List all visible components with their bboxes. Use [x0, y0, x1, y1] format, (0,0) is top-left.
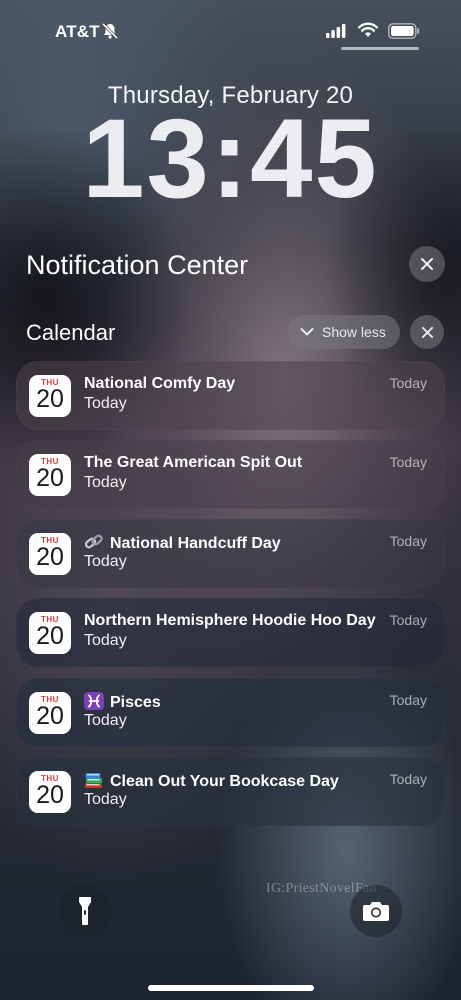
notification-title: Northern Hemisphere Hoodie Hoo Day [84, 612, 379, 630]
notification-title: National Comfy Day [84, 375, 379, 393]
show-less-button[interactable]: Show less [288, 315, 400, 349]
notification-title-text: Clean Out Your Bookcase Day [110, 773, 339, 790]
pisces-icon [84, 692, 104, 710]
wifi-icon [358, 22, 378, 37]
calendar-app-icon: THU 20 [29, 771, 71, 813]
calendar-icon-date: 20 [36, 385, 64, 413]
calendar-app-icon: THU 20 [29, 533, 71, 575]
chevron-down-icon [300, 328, 314, 336]
battery-icon [388, 23, 420, 39]
notification-title-text: Pisces [110, 694, 161, 711]
flashlight-button[interactable] [59, 885, 111, 937]
notification-card[interactable]: THU 20 National Comfy Day Today Today [16, 361, 445, 430]
notification-body: Today [84, 553, 127, 570]
notification-body: Today [84, 395, 127, 412]
clear-group-button[interactable] [410, 315, 444, 349]
notification-card[interactable]: THU 20 National Handcuff Day Today Today [16, 519, 445, 588]
calendar-app-icon: THU 20 [29, 612, 71, 654]
carrier-label: AT&T [55, 22, 100, 41]
calendar-icon-date: 20 [36, 622, 64, 650]
notification-body: Today [84, 791, 127, 808]
notification-card[interactable]: THU 20 Pisces Today Today [16, 678, 445, 747]
close-icon [421, 326, 433, 338]
camera-button[interactable] [350, 885, 402, 937]
notification-center-title: Notification Center [26, 250, 249, 280]
notification-title: Pisces [84, 692, 379, 712]
notification-time: Today [389, 454, 427, 470]
notification-time: Today [389, 771, 427, 787]
home-indicator[interactable] [148, 985, 314, 991]
camera-icon [363, 902, 389, 921]
close-icon [421, 258, 433, 270]
notification-title-text: National Comfy Day [84, 375, 236, 392]
lock-screen-clock: 13:45 [82, 96, 379, 221]
notification-time: Today [389, 692, 427, 708]
notification-body: Today [84, 474, 127, 491]
status-bar: AT&T [0, 0, 461, 50]
flashlight-icon [79, 897, 91, 925]
calendar-icon-date: 20 [36, 543, 64, 571]
link-icon [84, 534, 103, 549]
notification-body: Today [84, 632, 127, 649]
notification-time: Today [389, 612, 427, 628]
cellular-signal-icon [326, 24, 346, 38]
clear-all-button[interactable] [409, 246, 445, 282]
books-icon [85, 773, 102, 788]
bell-slash-icon [101, 22, 119, 40]
notification-card[interactable]: THU 20 The Great American Spit Out Today… [16, 440, 445, 509]
notification-time: Today [389, 533, 427, 549]
status-bar-indicator [341, 47, 419, 50]
calendar-icon-date: 20 [36, 702, 64, 730]
notification-title-text: National Handcuff Day [110, 535, 281, 552]
calendar-icon-date: 20 [36, 781, 64, 809]
calendar-app-icon: THU 20 [29, 692, 71, 734]
show-less-label: Show less [322, 324, 386, 340]
notification-group-title: Calendar [26, 320, 116, 345]
notification-title-text: The Great American Spit Out [84, 454, 303, 471]
calendar-icon-date: 20 [36, 464, 64, 492]
notification-card[interactable]: THU 20 Clean Out Your Bookcase Day Today… [16, 757, 445, 826]
calendar-app-icon: THU 20 [29, 375, 71, 417]
notification-title-text: Northern Hemisphere Hoodie Hoo Day [84, 612, 376, 629]
notification-body: Today [84, 712, 127, 729]
notification-card[interactable]: THU 20 Northern Hemisphere Hoodie Hoo Da… [16, 598, 445, 667]
notification-title: The Great American Spit Out [84, 454, 379, 472]
calendar-app-icon: THU 20 [29, 454, 71, 496]
notification-time: Today [389, 375, 427, 391]
notification-title: Clean Out Your Bookcase Day [84, 771, 379, 791]
notification-title: National Handcuff Day [84, 533, 379, 553]
